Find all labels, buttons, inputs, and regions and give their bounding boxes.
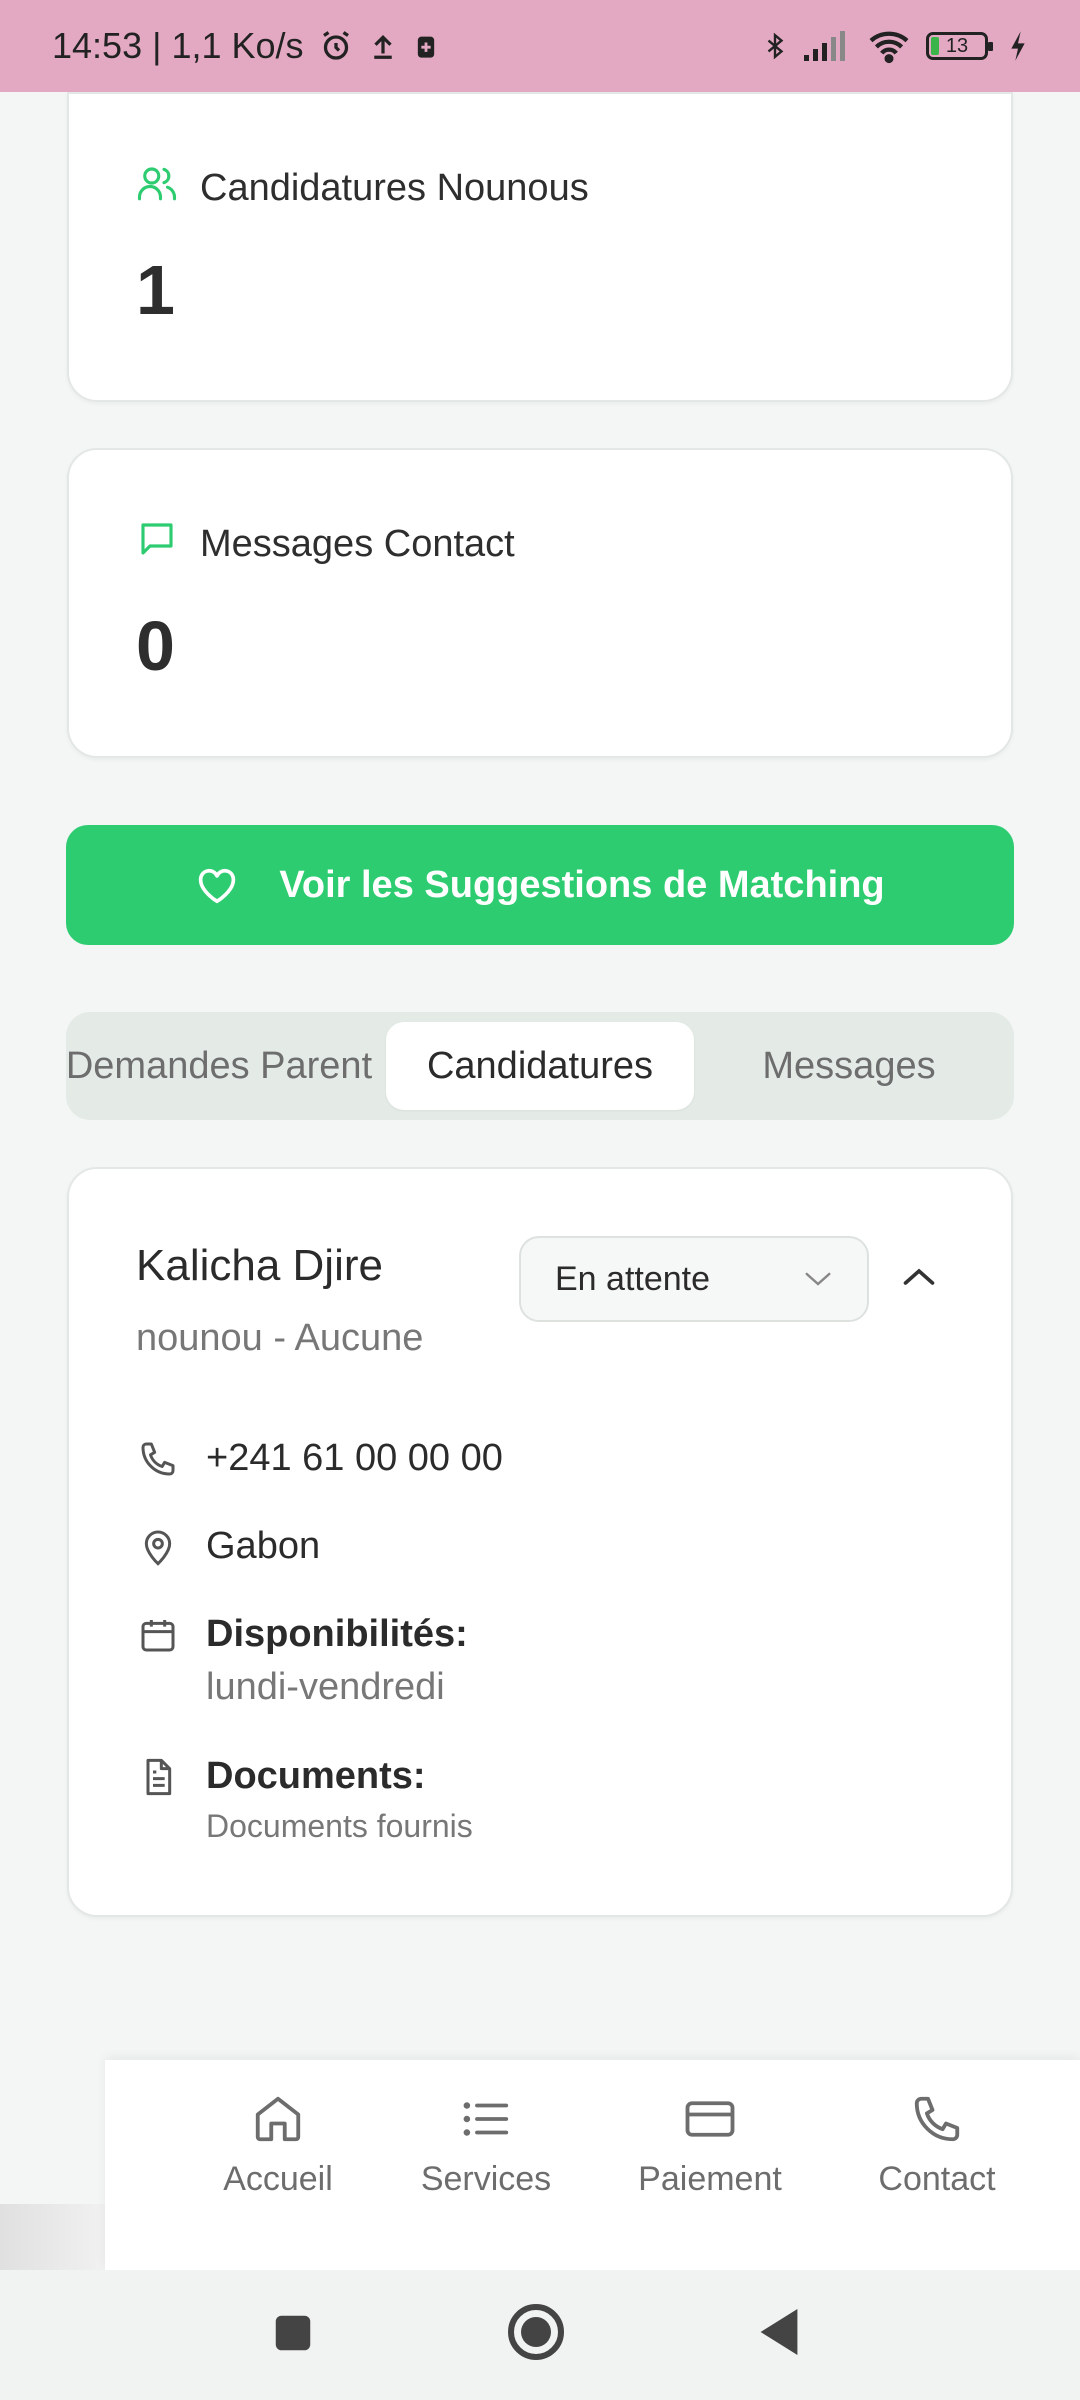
tab-candidatures[interactable]: Candidatures [386,1022,694,1110]
signal-icon [802,29,852,63]
tab-demandes-parent[interactable]: Demandes Parent [54,1022,384,1110]
battery-saver-icon [412,29,440,63]
candidate-phone-row: +241 61 00 00 00 [136,1437,503,1480]
nav-accueil-label: Accueil [223,2160,333,2198]
candidate-card: Kalicha Djire nounou - Aucune En attente… [67,1167,1013,1917]
documents-value: Documents fournis [206,1808,473,1844]
stat-value-messages: 0 [136,607,175,685]
wifi-icon [866,28,912,64]
candidate-name: Kalicha Djire [136,1241,383,1290]
charging-icon [1008,30,1028,62]
candidate-availability-row: Disponibilités: lundi-vendredi [136,1613,468,1709]
candidate-phone: +241 61 00 00 00 [206,1437,503,1479]
collapse-button[interactable] [889,1247,949,1307]
list-icon [459,2092,513,2146]
matching-suggestions-button[interactable]: Voir les Suggestions de Matching [66,825,1014,945]
location-pin-icon [136,1525,180,1568]
home-icon [251,2092,305,2146]
chevron-up-icon [901,1266,937,1288]
candidate-documents-row: Documents: Documents fournis [136,1755,473,1845]
bluetooth-icon [762,27,788,65]
calendar-icon [136,1613,180,1709]
bottom-left-strip [0,2204,105,2270]
bottom-nav: Accueil Services Paiement Contact [105,2060,1080,2270]
users-icon [136,162,178,214]
battery-level: 13 [945,34,969,57]
candidate-location-row: Gabon [136,1525,320,1568]
status-select[interactable]: En attente [519,1236,869,1322]
availability-value: lundi-vendredi [206,1666,445,1708]
phone-icon [910,2092,964,2146]
stat-label-candidatures: Candidatures Nounous [200,166,589,209]
nav-services[interactable]: Services [411,2092,561,2199]
stat-card-candidatures: Candidatures Nounous 1 [67,92,1013,402]
battery-icon: 13 [926,32,993,60]
candidate-subtitle: nounou - Aucune [136,1317,424,1359]
tab-bar: Demandes Parent Candidatures Messages [66,1012,1014,1120]
stat-value-candidatures: 1 [136,251,175,329]
nav-accueil[interactable]: Accueil [213,2092,343,2199]
status-time-speed: 14:53 | 1,1 Ko/s [52,25,304,66]
message-icon [136,518,178,570]
document-icon [136,1755,180,1845]
stat-card-messages: Messages Contact 0 [67,448,1013,758]
chevron-down-icon [803,1269,833,1289]
documents-label: Documents: [206,1755,426,1797]
nav-contact-label: Contact [878,2160,996,2198]
card-icon [683,2092,737,2146]
status-bar: 14:53 | 1,1 Ko/s 13 [0,0,1080,92]
phone-icon [136,1437,180,1480]
upload-icon [368,29,398,63]
matching-button-label: Voir les Suggestions de Matching [279,863,885,906]
nav-paiement[interactable]: Paiement [630,2092,790,2199]
status-select-value: En attente [555,1259,711,1298]
nav-services-label: Services [420,2160,552,2198]
stat-label-messages: Messages Contact [200,522,515,565]
back-button[interactable] [756,2304,802,2365]
tab-messages[interactable]: Messages [694,1022,1004,1110]
heart-icon [195,865,239,905]
availability-label: Disponibilités: [206,1613,468,1655]
alarm-icon [318,28,354,64]
recents-button[interactable] [270,2310,316,2361]
nav-paiement-label: Paiement [638,2160,782,2198]
system-nav-bar [0,2270,1080,2400]
candidate-country: Gabon [206,1525,321,1567]
nav-contact[interactable]: Contact [867,2092,1007,2199]
home-button[interactable] [506,2302,566,2367]
